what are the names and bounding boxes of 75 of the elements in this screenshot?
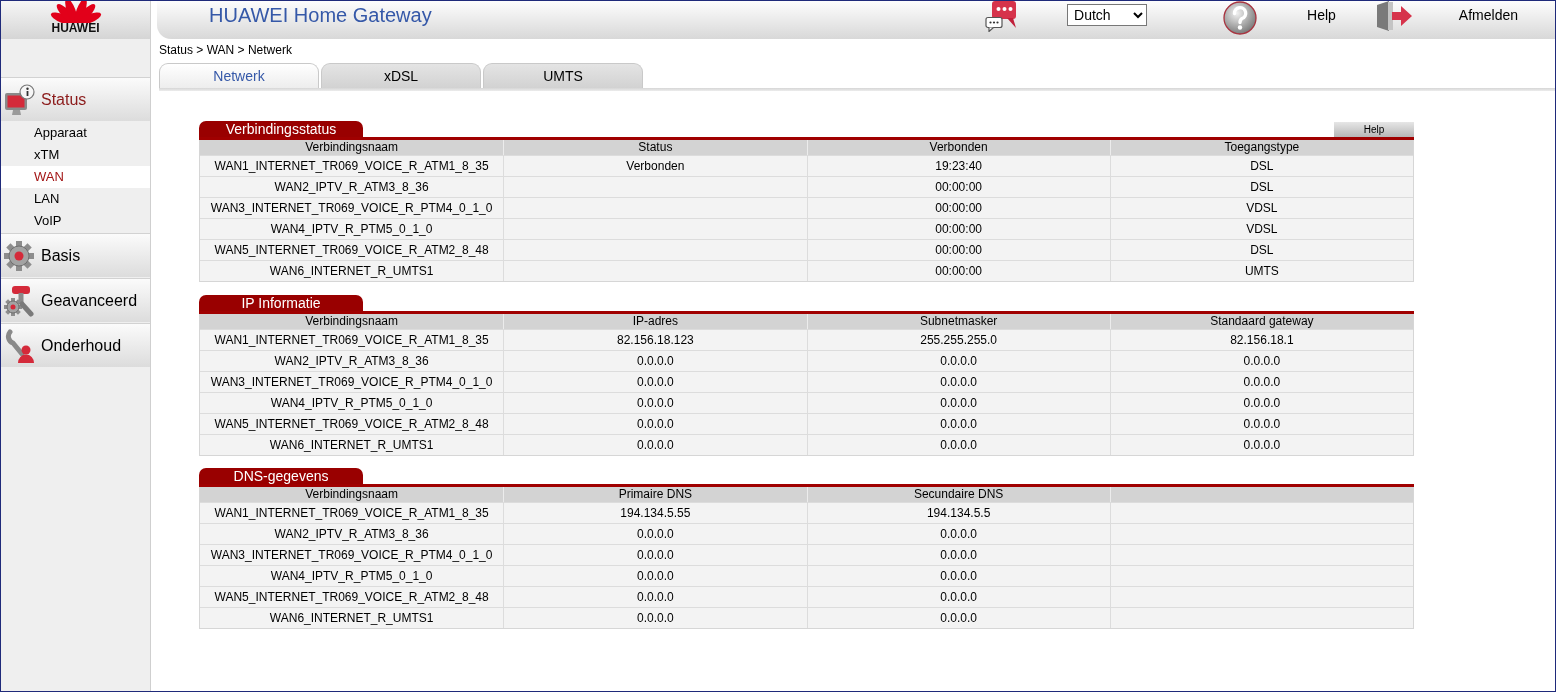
tools-icon[interactable]: [3, 284, 35, 317]
table-cell-text: WAN3_INTERNET_TR069_VOICE_R_PTM4_0_1_0: [209, 373, 494, 391]
tab[interactable]: xDSL: [321, 63, 481, 88]
table-cell: 0.0.0.0: [503, 371, 807, 392]
table-cell-text: WAN4_IPTV_R_PTM5_0_1_0: [269, 568, 434, 585]
table-cell: 00:00:00: [806, 261, 1110, 281]
table-cell: 0.0.0.0: [806, 371, 1110, 392]
table-cell: 0.0.0.0: [1109, 392, 1413, 413]
table-cell-text: WAN4_IPTV_R_PTM5_0_1_0: [269, 221, 434, 238]
sidebar-item[interactable]: VoIP: [1, 210, 150, 232]
sidebar-group-item[interactable]: Basis: [1, 233, 150, 277]
gear-icon[interactable]: [3, 239, 35, 272]
section-title: DNS-gegevens: [199, 468, 363, 484]
help-icon[interactable]: [1223, 1, 1258, 35]
table-cell: 0.0.0.0: [806, 608, 1110, 628]
sidebar-group-item[interactable]: Geavanceerd: [1, 278, 150, 322]
table-cell-text: WAN4_IPTV_R_PTM5_0_1_0: [269, 394, 434, 412]
logout-link[interactable]: Afmelden: [1458, 1, 1518, 29]
table-cell: 0.0.0.0: [1109, 413, 1413, 434]
section-title: Verbindingsstatus: [199, 121, 363, 137]
door-arrow-icon[interactable]: [1375, 1, 1413, 31]
column-header: Standaard gateway: [1109, 313, 1413, 329]
table-cell: 0.0.0.0: [1109, 371, 1413, 392]
page-title: HUAWEI Home Gateway: [209, 3, 433, 28]
table-cell-text: WAN6_INTERNET_R_UMTS1: [268, 610, 435, 627]
table-cell: 0.0.0.0: [1109, 350, 1413, 371]
table-cell: 0.0.0.0: [503, 608, 807, 628]
table-cell-text: WAN6_INTERNET_R_UMTS1: [268, 436, 435, 454]
sidebar-group-item[interactable]: Onderhoud: [1, 323, 150, 367]
table-cell-text: WAN2_IPTV_R_ATM3_8_36: [273, 352, 430, 370]
monitor-info-icon[interactable]: [3, 83, 35, 116]
column-header: Verbindingsnaam: [304, 487, 399, 502]
section-title: IP Informatie: [199, 294, 363, 311]
table-cell-text: WAN1_INTERNET_TR069_VOICE_R_ATM1_8_35: [213, 158, 490, 175]
table-cell: 82.156.18.123: [503, 329, 807, 350]
column-header: IP-adres: [503, 313, 807, 329]
language-select[interactable]: Dutch: [1067, 4, 1148, 26]
table-cell: 255.255.255.0: [806, 329, 1110, 350]
table-cell-text: WAN5_INTERNET_TR069_VOICE_R_ATM2_8_48: [213, 589, 490, 606]
table-cell-text: WAN1_INTERNET_TR069_VOICE_R_ATM1_8_35: [213, 505, 490, 522]
table-cell: 0.0.0.0: [806, 434, 1110, 455]
help-link[interactable]: Help: [1307, 1, 1336, 29]
table-cell-text: WAN3_INTERNET_TR069_VOICE_R_PTM4_0_1_0: [209, 200, 494, 217]
tab[interactable]: UMTS: [483, 63, 643, 88]
table-cell-text: WAN2_IPTV_R_ATM3_8_36: [273, 179, 430, 196]
sidebar-item[interactable]: xTM: [1, 144, 150, 166]
breadcrumb: Status > WAN > Netwerk: [159, 43, 292, 57]
table-cell: 0.0.0.0: [806, 350, 1110, 371]
table-cell-text: WAN6_INTERNET_R_UMTS1: [268, 263, 435, 280]
table-cell: 0.0.0.0: [806, 392, 1110, 413]
sidebar-item[interactable]: Apparaat: [1, 122, 150, 144]
table-cell-text: WAN3_INTERNET_TR069_VOICE_R_PTM4_0_1_0: [209, 547, 494, 564]
table-cell: 0.0.0.0: [503, 350, 807, 371]
wrench-icon[interactable]: [3, 328, 35, 363]
table-cell-text: WAN1_INTERNET_TR069_VOICE_R_ATM1_8_35: [213, 331, 490, 349]
sidebar-item[interactable]: WAN: [1, 166, 150, 188]
table-cell: 82.156.18.1: [1109, 329, 1413, 350]
column-header: Verbindingsnaam: [304, 313, 399, 329]
table-cell: 0.0.0.0: [1109, 434, 1413, 455]
tab[interactable]: Netwerk: [159, 63, 319, 88]
sidebar-item[interactable]: LAN: [1, 188, 150, 210]
table-cell: UMTS: [1109, 261, 1413, 281]
table-cell-text: WAN5_INTERNET_TR069_VOICE_R_ATM2_8_48: [213, 242, 490, 259]
table-cell: 0.0.0.0: [806, 413, 1110, 434]
table-cell: 0.0.0.0: [503, 434, 807, 455]
table-cell: 0.0.0.0: [503, 413, 807, 434]
help-button[interactable]: Help: [1334, 122, 1414, 137]
column-header: Subnetmasker: [806, 313, 1110, 329]
table-cell: 0.0.0.0: [503, 392, 807, 413]
sidebar-group-item[interactable]: Status: [1, 77, 150, 121]
column-header: Verbindingsnaam: [304, 140, 399, 155]
logo-text: HUAWEI: [51, 22, 100, 34]
table-cell-text: WAN2_IPTV_R_ATM3_8_36: [273, 526, 430, 543]
chat-bubbles-icon[interactable]: [985, 1, 1018, 32]
table-cell-text: WAN5_INTERNET_TR069_VOICE_R_ATM2_8_48: [213, 415, 490, 433]
